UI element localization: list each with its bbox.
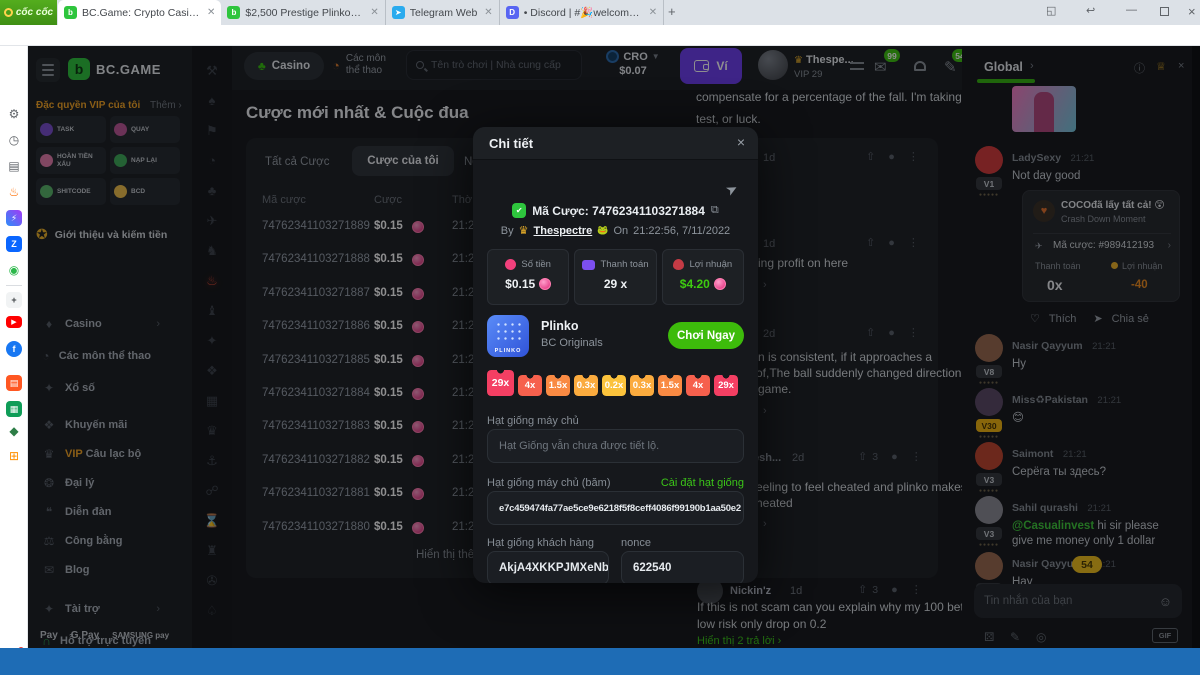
frog-emoji: 🐸: [597, 225, 609, 235]
modal-close-icon[interactable]: ×: [737, 134, 745, 150]
gift-icon[interactable]: ▦: [6, 401, 22, 417]
server-seed-label: Hạt giống máy chủ: [487, 415, 579, 427]
tab-list: b BC.Game: Crypto Casino Gar ✕ b $2,500 …: [58, 0, 665, 25]
nonce-label: nonce: [621, 537, 651, 549]
play-now-button[interactable]: Chơi Ngay: [668, 322, 744, 349]
browser-tabstrip: cốc cốc b BC.Game: Crypto Casino Gar ✕ b…: [0, 0, 1200, 25]
client-seed-label: Hạt giống khách hàng: [487, 537, 595, 549]
game-name: Plinko: [541, 319, 579, 333]
on-label: On: [613, 224, 629, 237]
verified-shield-icon[interactable]: ✔: [512, 203, 527, 218]
address-bar: ← → ↻ bc.game/vi/game/plinko ⤓ ↗ ☆ ⬠ ↓ ❖…: [0, 25, 1200, 69]
windows-taskbar: ∧ ◁) ENG 9:23 PM 11/7/2022: [0, 648, 1200, 675]
tab-favicon: b: [227, 6, 241, 19]
bet-details-modal: Chi tiết × ➤ ✔ Mã Cược: 7476234110327188…: [473, 127, 758, 583]
cart-icon[interactable]: ⊞: [6, 448, 22, 464]
youtube-icon[interactable]: ▶: [6, 316, 22, 328]
stat-profit: Lợi nhuận $4.20: [661, 249, 744, 305]
hashed-seed-value: e7c459474fa77ae5ce9e6218f5f8ceff4086f991…: [499, 502, 741, 514]
tab-favicon: ➤: [391, 6, 405, 19]
multiplier-chip: 29x: [714, 375, 738, 396]
tab-title: BC.Game: Crypto Casino Gar: [82, 6, 200, 19]
screen: cốc cốc b BC.Game: Crypto Casino Gar ✕ b…: [0, 0, 1200, 675]
shop-icon[interactable]: ▤: [6, 375, 22, 391]
bettor-username[interactable]: Thespectre: [534, 225, 593, 237]
close-window-button[interactable]: ×: [1188, 4, 1196, 19]
bet-code-row: ✔ Mã Cược: 74762341103271884 ⧉: [473, 203, 758, 218]
server-seed-input[interactable]: Hạt Giống vẫn chưa được tiết lộ.: [487, 429, 744, 463]
hot-trends-icon[interactable]: ♨: [6, 184, 22, 200]
tab-title: Telegram Web: [409, 6, 478, 19]
browser-dock: ⚙ ◷ ▤ ♨ ⚡ Z ◉ + ▶ f ▤ ▦ ◆ ⊞ ⋯: [0, 46, 28, 661]
plinko-game-icon[interactable]: PLINKO: [487, 315, 529, 357]
multiplier-chip: 0.3x: [574, 375, 598, 396]
card-icon: [582, 259, 596, 270]
tab-favicon: b: [64, 6, 77, 19]
multiplier-chip: 4x: [686, 375, 710, 396]
seed-settings-link[interactable]: Cài đặt hạt giống: [661, 477, 744, 489]
tab-search-icon[interactable]: ◱: [1046, 4, 1056, 17]
client-seed-value: AkjA4XKKPJMXeNb: [499, 562, 609, 574]
stat-payout: Thanh toán 29 x: [574, 249, 657, 305]
server-seed-value: Hạt Giống vẫn chưa được tiết lộ.: [499, 440, 660, 452]
bet-code: Mã Cược: 74762341103271884: [532, 203, 705, 218]
bet-by-row: By ♛ Thespectre 🐸 On 21:22:56, 7/11/2022: [473, 224, 758, 238]
add-shortcut-icon[interactable]: +: [6, 292, 22, 308]
hashed-seed-label: Hạt giống máy chủ (băm): [487, 477, 611, 489]
bet-stats-row: Số tiền $0.15 Thanh toán 29 x Lợi nhuận …: [487, 249, 744, 305]
facebook-icon[interactable]: f: [6, 341, 22, 357]
game-provider: BC Originals: [541, 337, 603, 349]
brand-label: cốc cốc: [15, 7, 54, 18]
modal-header: Chi tiết ×: [473, 127, 758, 160]
tab-favicon: D: [505, 6, 519, 19]
multiplier-strip: 29x 4x 1.5x 0.3x 0.2x 0.3x 1.5x 4x 29x: [487, 370, 744, 396]
dock-divider: [6, 285, 22, 286]
tab-title: $2,500 Prestige Plinko Challe: [245, 6, 363, 19]
history-icon[interactable]: ◷: [6, 132, 22, 148]
zalo-icon[interactable]: Z: [6, 236, 22, 252]
hashed-seed-input[interactable]: e7c459474fa77ae5ce9e6218f5f8ceff4086f991…: [487, 491, 744, 525]
reopen-tab-icon[interactable]: ↩: [1086, 4, 1095, 17]
minimize-button[interactable]: —: [1126, 4, 1137, 16]
by-label: By: [500, 224, 514, 237]
stat-amount: Số tiền $0.15: [487, 249, 570, 305]
multiplier-chip: 0.3x: [630, 375, 654, 396]
browser-tab[interactable]: b $2,500 Prestige Plinko Challe ✕: [221, 0, 386, 25]
copy-icon[interactable]: ⧉: [711, 204, 719, 217]
tab-title: • Discord | #🎉welcome | BC: [523, 7, 642, 19]
multiplier-chip: 29x: [487, 370, 514, 396]
coccoc-brand[interactable]: cốc cốc: [0, 0, 57, 25]
bag-icon: [673, 259, 685, 270]
settings-icon[interactable]: ⚙: [6, 106, 22, 122]
browser-tab[interactable]: ➤ Telegram Web ✕: [386, 0, 500, 25]
bcd-coin-icon: [713, 278, 726, 290]
bet-datetime: 21:22:56, 7/11/2022: [633, 224, 731, 237]
reading-list-icon[interactable]: ▤: [6, 158, 22, 174]
coccoc-logo-icon: [3, 8, 13, 17]
game-row: PLINKO Plinko BC Originals Chơi Ngay: [487, 315, 744, 359]
new-tab-button[interactable]: +: [668, 4, 676, 19]
modal-title: Chi tiết: [489, 136, 534, 151]
school-icon[interactable]: ◆: [6, 423, 22, 439]
maximize-button[interactable]: [1160, 7, 1169, 16]
multiplier-chip: 0.2x: [602, 375, 626, 396]
tab-close-icon[interactable]: ✕: [207, 7, 215, 18]
tab-close-icon[interactable]: ✕: [370, 7, 378, 18]
games-icon[interactable]: ◉: [6, 262, 22, 278]
tab-close-icon[interactable]: ✕: [649, 7, 657, 18]
modal-share-icon[interactable]: ➤: [723, 179, 741, 200]
nonce-value: 622540: [633, 562, 672, 574]
multiplier-chip: 1.5x: [658, 375, 682, 396]
crown-icon: ♛: [518, 225, 529, 237]
tab-close-icon[interactable]: ✕: [484, 7, 492, 18]
coins-icon: [505, 259, 517, 270]
bcd-coin-icon: [539, 278, 552, 290]
client-seed-input[interactable]: AkjA4XKKPJMXeNb: [487, 551, 609, 583]
browser-tab[interactable]: b BC.Game: Crypto Casino Gar ✕: [58, 0, 222, 25]
nonce-input[interactable]: 622540: [621, 551, 744, 583]
browser-tab[interactable]: D • Discord | #🎉welcome | BC ✕: [500, 0, 665, 25]
messenger-icon[interactable]: ⚡: [6, 210, 22, 226]
multiplier-chip: 4x: [518, 375, 542, 396]
multiplier-chip: 1.5x: [546, 375, 570, 396]
